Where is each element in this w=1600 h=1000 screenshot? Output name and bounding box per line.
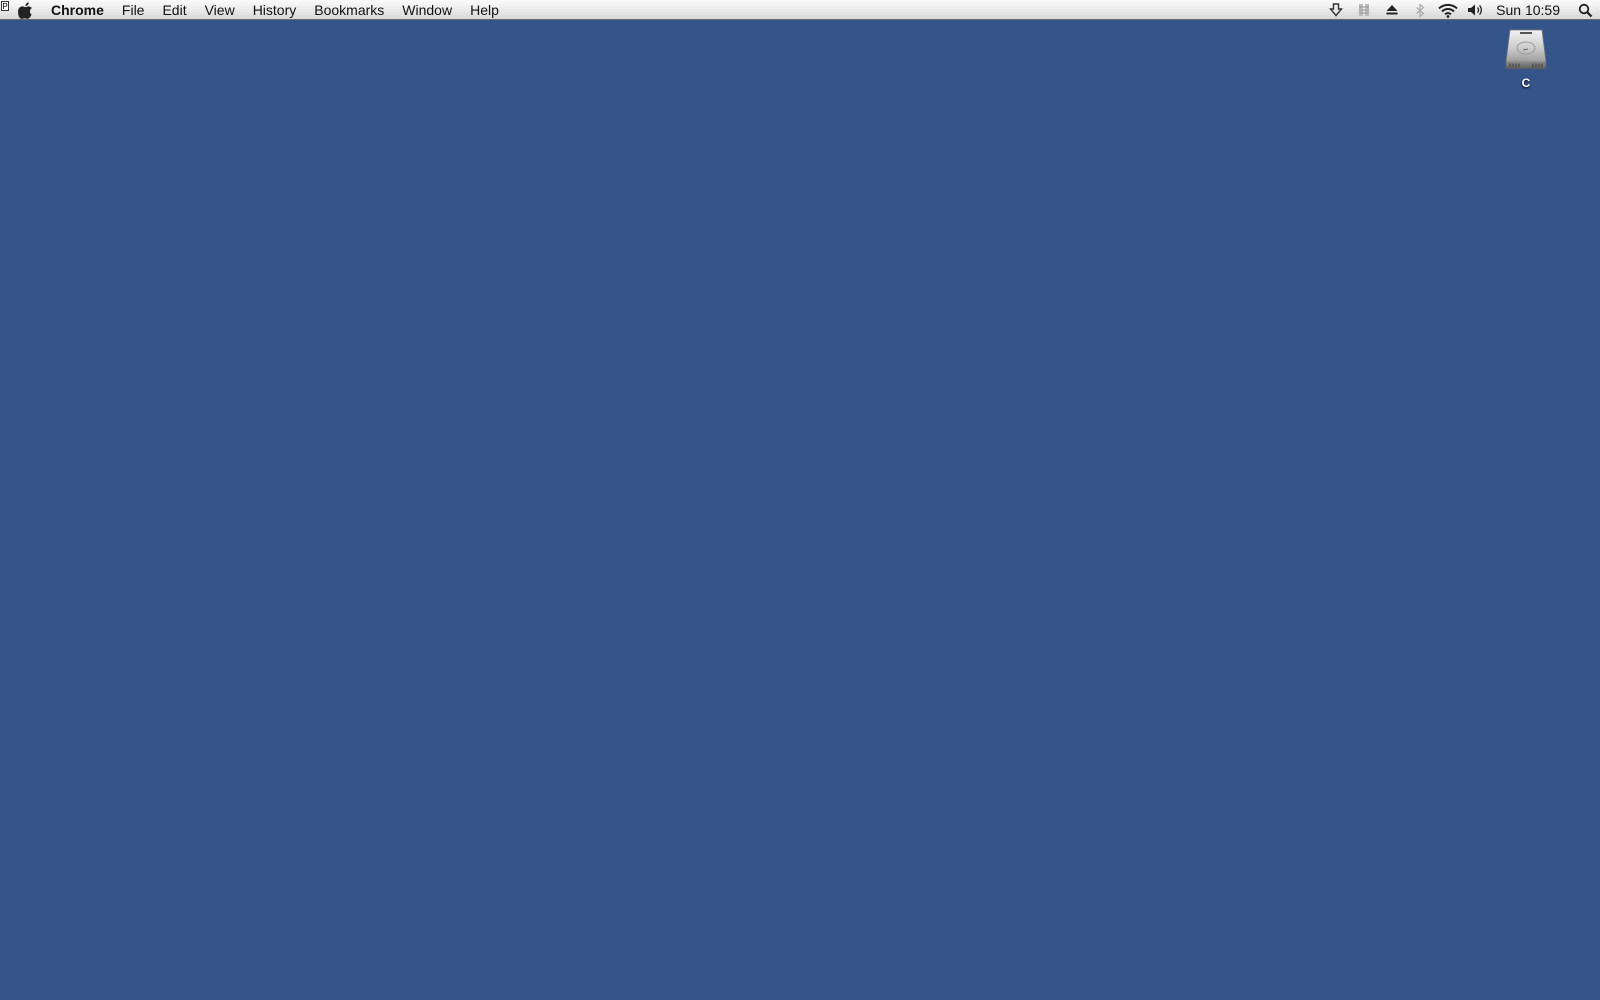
apple-logo-icon[interactable] <box>18 2 35 19</box>
menu-extra-icon[interactable] <box>1350 0 1378 20</box>
bluetooth-icon[interactable] <box>1406 0 1434 20</box>
menu-file[interactable]: File <box>113 0 154 20</box>
corner-document-icon: P <box>1 1 9 11</box>
wifi-icon[interactable] <box>1434 0 1462 20</box>
menu-edit[interactable]: Edit <box>153 0 195 20</box>
eject-icon[interactable] <box>1378 0 1406 20</box>
menu-help[interactable]: Help <box>461 0 508 20</box>
spotlight-search-icon[interactable] <box>1570 0 1600 20</box>
menu-window[interactable]: Window <box>393 0 461 20</box>
menubar-clock[interactable]: Sun 10:59 <box>1490 0 1570 20</box>
download-arrow-icon[interactable] <box>1322 0 1350 20</box>
menu-bar: P Chrome File Edit View History Bookmark… <box>0 0 1600 20</box>
menu-history[interactable]: History <box>244 0 306 20</box>
menu-bookmarks[interactable]: Bookmarks <box>305 0 393 20</box>
desktop-icon-label: C <box>1521 76 1531 90</box>
menu-app-chrome[interactable]: Chrome <box>42 0 113 20</box>
volume-icon[interactable] <box>1462 0 1490 20</box>
hard-drive-icon[interactable] <box>1504 26 1548 74</box>
menu-view[interactable]: View <box>196 0 244 20</box>
desktop-icon-c-drive[interactable]: C <box>1496 26 1556 90</box>
